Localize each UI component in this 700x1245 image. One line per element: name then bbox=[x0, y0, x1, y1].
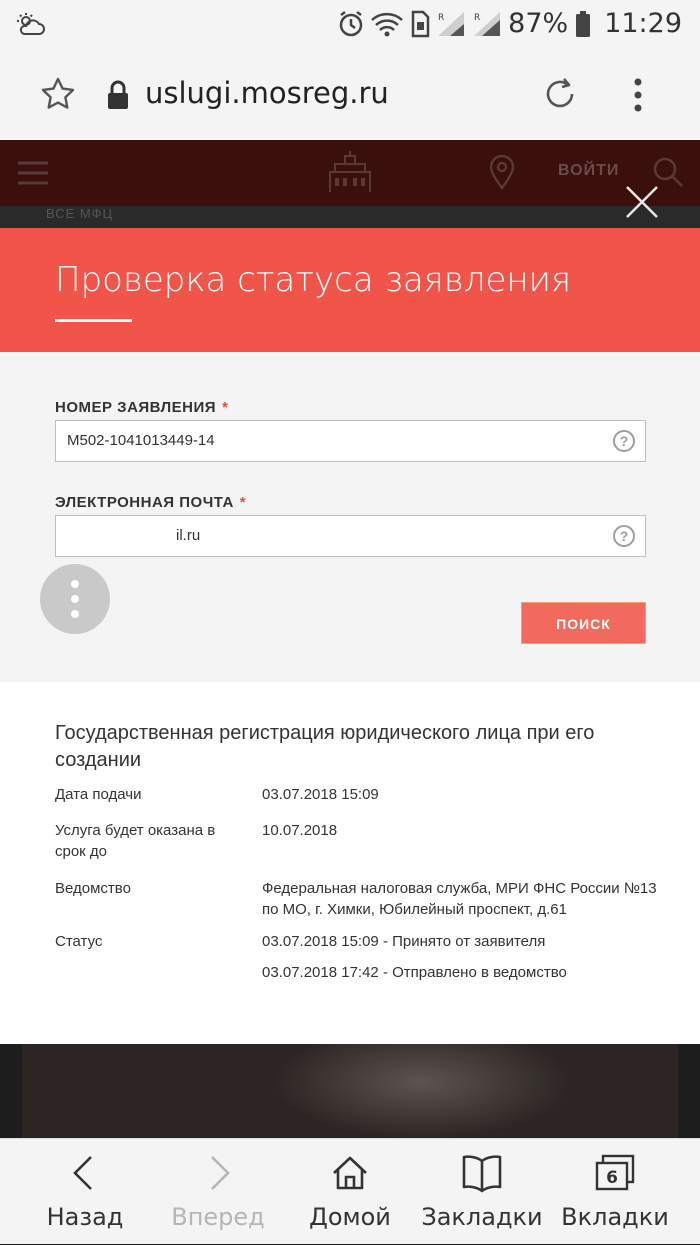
application-number-label-text: НОМЕР ЗАЯВЛЕНИЯ bbox=[55, 399, 217, 416]
book-icon bbox=[462, 1155, 502, 1193]
nav-back[interactable]: Назад bbox=[15, 1139, 155, 1245]
dot bbox=[71, 580, 79, 588]
nav-tabs[interactable]: 6 Вкладки bbox=[545, 1139, 685, 1245]
svg-text:R: R bbox=[474, 13, 480, 23]
close-icon[interactable] bbox=[624, 184, 660, 220]
status-bar: R R 87% 11:29 bbox=[0, 0, 700, 52]
service-title: Государственная регистрация юридического… bbox=[55, 722, 595, 771]
browser-bottom-nav: Назад Вперед Домой Закладки 6 Вкладки bbox=[0, 1138, 700, 1244]
status-value-2: 03.07.2018 17:42 - Отправлено в ведомств… bbox=[262, 964, 567, 981]
email-value: il.ru bbox=[176, 527, 201, 544]
nav-bookmarks-label: Закладки bbox=[421, 1203, 543, 1231]
url-text[interactable]: uslugi.mosreg.ru bbox=[145, 76, 389, 110]
sim-icon bbox=[411, 10, 430, 37]
search-button[interactable]: ПОИСК bbox=[521, 602, 646, 644]
deadline-label: Услуга будет оказана в срок до bbox=[55, 822, 216, 860]
dot bbox=[71, 610, 79, 618]
tabs-icon: 6 bbox=[595, 1154, 635, 1191]
battery-icon bbox=[576, 10, 591, 37]
wifi-icon bbox=[371, 12, 404, 36]
status-value-1: 03.07.2018 15:09 - Принято от заявителя bbox=[262, 933, 546, 950]
application-number-label: НОМЕР ЗАЯВЛЕНИЯ * bbox=[55, 399, 228, 416]
submission-date-label: Дата подачи bbox=[55, 786, 142, 803]
reload-icon[interactable] bbox=[542, 76, 578, 112]
floating-menu-button[interactable] bbox=[40, 564, 110, 634]
required-mark: * bbox=[239, 494, 247, 511]
clock: 11:29 bbox=[604, 8, 682, 39]
status-check-form: НОМЕР ЗАЯВЛЕНИЯ * M502-1041013449-14 ? ЭЛ… bbox=[0, 352, 700, 682]
status-label: Статус bbox=[55, 933, 103, 950]
battery-percent: 87% bbox=[508, 8, 569, 39]
chevron-left-icon bbox=[73, 1156, 92, 1190]
modal-header: Проверка статуса заявления bbox=[0, 228, 700, 352]
required-mark: * bbox=[222, 399, 229, 416]
bookmark-star-icon[interactable] bbox=[40, 76, 76, 112]
application-number-input[interactable]: M502-1041013449-14 ? bbox=[55, 420, 646, 462]
email-label-text: ЭЛЕКТРОННАЯ ПОЧТА bbox=[55, 494, 234, 511]
tabs-count: 6 bbox=[606, 1168, 618, 1188]
login-link[interactable]: ВОЙТИ bbox=[558, 162, 619, 180]
weather-icon bbox=[17, 13, 45, 35]
application-number-value: M502-1041013449-14 bbox=[67, 432, 215, 449]
more-vert-icon[interactable] bbox=[626, 76, 650, 114]
department-value: Федеральная налоговая служба, МРИ ФНС Ро… bbox=[262, 880, 657, 918]
result-panel: Государственная регистрация юридического… bbox=[0, 682, 700, 1044]
site-header: ВОЙТИ bbox=[0, 140, 700, 206]
nav-bookmarks[interactable]: Закладки bbox=[412, 1139, 552, 1245]
all-mfc-link[interactable]: ВСЕ МФЦ bbox=[46, 206, 113, 221]
nav-tabs-label: Вкладки bbox=[561, 1203, 669, 1231]
signal-2-icon: R bbox=[474, 11, 501, 36]
title-underline bbox=[55, 319, 132, 322]
site-hero-image bbox=[22, 1044, 678, 1140]
nav-forward[interactable]: Вперед bbox=[148, 1139, 288, 1245]
deadline-value: 10.07.2018 bbox=[262, 822, 338, 839]
submission-date-value: 03.07.2018 15:09 bbox=[262, 786, 379, 803]
help-icon[interactable]: ? bbox=[613, 525, 635, 547]
modal-title: Проверка статуса заявления bbox=[55, 260, 572, 300]
department-label: Ведомство bbox=[55, 880, 131, 897]
nav-home[interactable]: Домой bbox=[280, 1139, 420, 1245]
hamburger-icon[interactable] bbox=[18, 160, 48, 186]
hero-image-shape bbox=[272, 1044, 572, 1140]
chevron-right-icon bbox=[211, 1156, 230, 1190]
lock-icon bbox=[108, 80, 128, 109]
signal-1-icon: R bbox=[438, 11, 465, 36]
email-input[interactable]: il.ru ? bbox=[55, 515, 646, 557]
help-icon[interactable]: ? bbox=[613, 430, 635, 452]
address-bar: uslugi.mosreg.ru bbox=[0, 52, 700, 140]
home-icon bbox=[333, 1156, 367, 1190]
email-label: ЭЛЕКТРОННАЯ ПОЧТА * bbox=[55, 494, 246, 511]
site-subnav: ВСЕ МФЦ bbox=[0, 206, 700, 228]
alarm-icon bbox=[339, 10, 363, 36]
building-logo-icon[interactable] bbox=[325, 150, 375, 194]
location-pin-icon[interactable] bbox=[488, 154, 516, 190]
dot bbox=[71, 595, 79, 603]
nav-back-label: Назад bbox=[46, 1203, 124, 1231]
nav-home-label: Домой bbox=[309, 1203, 391, 1231]
svg-text:R: R bbox=[438, 13, 444, 23]
nav-forward-label: Вперед bbox=[171, 1203, 265, 1231]
